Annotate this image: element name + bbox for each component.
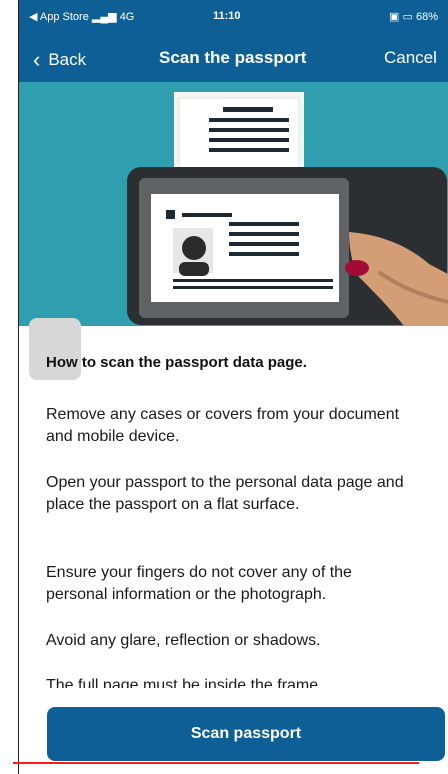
passport-illustration-art	[127, 92, 448, 326]
top-bar: ◀ App Store ▂▄▆ 4G 11:10 ▣ ▭ 68% ‹ Back S…	[19, 0, 448, 82]
status-left: ◀ App Store ▂▄▆ 4G	[29, 10, 134, 23]
navigation-bar: ‹ Back Scan the passport Cancel	[19, 40, 448, 76]
chevron-left-icon: ‹	[33, 47, 41, 72]
cancel-button[interactable]: Cancel	[384, 48, 437, 68]
step-2: Open your passport to the personal data …	[46, 474, 404, 513]
back-button[interactable]: ‹ Back	[33, 45, 87, 72]
step-1: Remove any cases or covers from your doc…	[46, 406, 400, 445]
battery-icon: ▭	[402, 11, 416, 23]
lock-icon: ▣	[389, 11, 400, 23]
back-label: Back	[48, 50, 87, 69]
intro-heading: How to scan the passport data page.	[46, 354, 307, 371]
phone-screen: ◀ App Store ▂▄▆ 4G 11:10 ▣ ▭ 68% ‹ Back S…	[19, 0, 448, 774]
scan-passport-button[interactable]: Scan passport	[47, 707, 445, 761]
passport-illustration	[19, 82, 448, 326]
battery-label: 68%	[415, 11, 438, 23]
red-underline	[13, 762, 419, 764]
carrier-label: ◀ App Store	[29, 11, 89, 23]
status-bar: ◀ App Store ▂▄▆ 4G 11:10 ▣ ▭ 68%	[19, 10, 448, 26]
instructions-panel: How to scan the passport data page. Remo…	[19, 318, 448, 700]
status-time: 11:10	[213, 10, 241, 22]
left-border	[0, 0, 19, 774]
status-right: ▣ ▭ 68%	[389, 10, 438, 23]
step-3: Ensure your fingers do not cover any of …	[46, 564, 352, 603]
page-title: Scan the passport	[159, 48, 307, 67]
network-label: 4G	[119, 11, 135, 23]
step-5: The full page must be inside the frame.	[46, 677, 323, 688]
step-4: Avoid any glare, reflection or shadows.	[46, 632, 321, 649]
signal-icon: ▂▄▆	[91, 11, 120, 23]
